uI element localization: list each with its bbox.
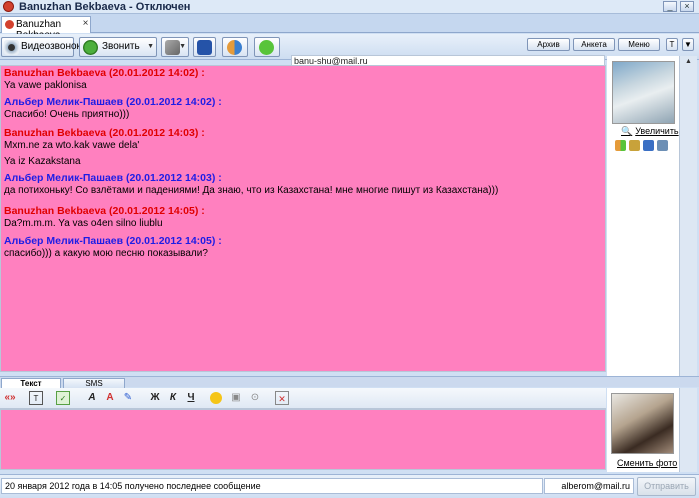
italic-button[interactable]: К xyxy=(166,391,180,405)
status-bar: 20 января 2012 года в 14:05 получено пос… xyxy=(0,474,699,498)
send-button[interactable]: Отправить xyxy=(637,477,696,496)
change-photo-link[interactable]: Сменить фото xyxy=(617,458,677,468)
message-text: Ya iz Kazakstana xyxy=(4,156,81,167)
call-dropdown-icon[interactable]: ▼ xyxy=(147,43,154,50)
users-icon xyxy=(227,40,242,55)
chat-tab[interactable]: Banuzhan Bekbaeva × xyxy=(1,16,91,41)
call-label: Звонить xyxy=(102,41,140,52)
font-color-icon[interactable]: A xyxy=(103,391,117,405)
message-author: Альбер Мелик-Пашаев (20.01.2012 14:05) : xyxy=(4,235,222,247)
close-tab-icon[interactable]: × xyxy=(81,19,90,29)
tab-sms[interactable]: SMS xyxy=(63,378,125,388)
clear-format-icon[interactable]: ✕ xyxy=(275,391,289,405)
spellcheck-icon[interactable]: ✓ xyxy=(56,391,70,405)
video-call-button[interactable]: Видеозвонок : xyxy=(1,37,81,57)
floppy-icon xyxy=(197,40,212,55)
zoom-label: Увеличить xyxy=(635,126,679,136)
speech-bubble-icon xyxy=(259,40,274,55)
own-photo-panel: Сменить фото xyxy=(607,388,679,472)
font-icon[interactable]: A xyxy=(85,391,99,405)
save-button[interactable] xyxy=(193,37,216,57)
title-bar: Banuzhan Bekbaeva - Отключен _ × xyxy=(0,0,699,14)
format-toolbar: «» T ✓ A A ✎ Ж К Ч ▣ ⊙ ✕ xyxy=(0,388,606,409)
chat-bubble-button[interactable] xyxy=(254,37,280,57)
scroll-up-icon[interactable]: ▲ xyxy=(685,58,692,65)
chat-history[interactable]: Banuzhan Bekbaeva (20.01.2012 14:02) : Y… xyxy=(0,65,606,372)
message-text: Ya vawe paklonisa xyxy=(4,80,87,91)
video-call-label: Видеозвонок xyxy=(21,41,81,52)
last-message-status: 20 января 2012 года в 14:05 получено пос… xyxy=(1,478,543,494)
smiley-icon[interactable] xyxy=(210,392,222,404)
input-scrollbar[interactable] xyxy=(679,388,697,472)
message-author: Альбер Мелик-Пашаев (20.01.2012 14:02) : xyxy=(4,96,222,108)
message-author: Banuzhan Bekbaeva (20.01.2012 14:03) : xyxy=(4,127,205,139)
app-icon xyxy=(3,1,14,12)
message: Banuzhan Bekbaeva (20.01.2012 14:05) : D… xyxy=(4,205,205,230)
message: Альбер Мелик-Пашаев (20.01.2012 14:02) :… xyxy=(4,96,222,121)
close-window-button[interactable]: × xyxy=(680,1,694,12)
apps-dropdown-icon[interactable]: ▼ xyxy=(179,43,186,50)
menu-button[interactable]: Меню xyxy=(618,38,660,51)
highlight-icon[interactable]: ✎ xyxy=(121,391,135,405)
tab-strip: Banuzhan Bekbaeva × xyxy=(0,14,699,41)
message: Альбер Мелик-Пашаев (20.01.2012 14:03) :… xyxy=(4,172,498,197)
message-author: Альбер Мелик-Пашаев (20.01.2012 14:03) : xyxy=(4,172,222,184)
call-check-icon xyxy=(83,40,98,55)
own-avatar[interactable] xyxy=(611,393,674,454)
webcam-icon xyxy=(4,40,19,55)
message-text: Da?m.m.m. Ya vas o4en silno liublu xyxy=(4,218,163,229)
archive-button[interactable]: Архив xyxy=(527,38,570,51)
magnifier-icon: 🔍 xyxy=(621,126,633,136)
collapse-button[interactable]: ▼ xyxy=(682,38,694,51)
message-author: Banuzhan Bekbaeva (20.01.2012 14:02) : xyxy=(4,67,205,79)
apps-button[interactable]: ▼ xyxy=(161,37,189,57)
contact-actions xyxy=(615,140,675,152)
window-title: Banuzhan Bekbaeva - Отключен xyxy=(19,1,191,13)
message: Banuzhan Bekbaeva (20.01.2012 14:03) : M… xyxy=(4,127,205,168)
chat-scrollbar[interactable]: ▲ xyxy=(679,56,697,376)
message-text: Спасибо! Очень приятно))) xyxy=(4,109,130,120)
message: Альбер Мелик-Пашаев (20.01.2012 14:05) :… xyxy=(4,235,222,260)
minimize-button[interactable]: _ xyxy=(663,1,677,12)
zoom-link[interactable]: 🔍 Увеличить xyxy=(621,126,679,137)
status-icon xyxy=(5,20,14,29)
cube-icon xyxy=(165,40,180,55)
contact-avatar[interactable] xyxy=(612,61,675,124)
message-text: да потихоньку! Со взлётами и падениями! … xyxy=(4,185,499,196)
message: Banuzhan Bekbaeva (20.01.2012 14:02) : Y… xyxy=(4,67,205,92)
input-tabs: Текст SMS xyxy=(0,376,699,388)
message-input[interactable] xyxy=(0,409,606,470)
underline-button[interactable]: Ч xyxy=(184,391,198,405)
edit-icon[interactable] xyxy=(629,140,640,151)
alarm-icon[interactable]: ⊙ xyxy=(248,391,262,405)
message-text: Mxm.ne za wto.kak vawe dela' xyxy=(4,140,140,151)
text-format-icon[interactable]: T xyxy=(29,391,43,405)
font-button[interactable]: T xyxy=(666,38,678,51)
video-dropdown-icon[interactable]: : xyxy=(69,43,71,50)
message-text: спасибо))) а какую мою песню показывали? xyxy=(4,248,208,259)
gift-icon[interactable]: ▣ xyxy=(229,391,243,405)
message-author: Banuzhan Bekbaeva (20.01.2012 14:05) : xyxy=(4,205,205,217)
tab-text[interactable]: Текст xyxy=(1,378,61,388)
call-button[interactable]: Звонить ▼ xyxy=(79,37,157,57)
contact-card-icon[interactable] xyxy=(657,140,668,151)
arrows-icon[interactable]: «» xyxy=(3,391,17,405)
contacts-button[interactable] xyxy=(222,37,248,57)
bold-button[interactable]: Ж xyxy=(148,391,162,405)
camera-icon[interactable] xyxy=(643,140,654,151)
users-icon[interactable] xyxy=(615,140,626,151)
profile-button[interactable]: Анкета xyxy=(573,38,615,51)
own-email: alberom@mail.ru xyxy=(544,478,634,494)
contact-panel: 🔍 Увеличить xyxy=(607,56,679,376)
